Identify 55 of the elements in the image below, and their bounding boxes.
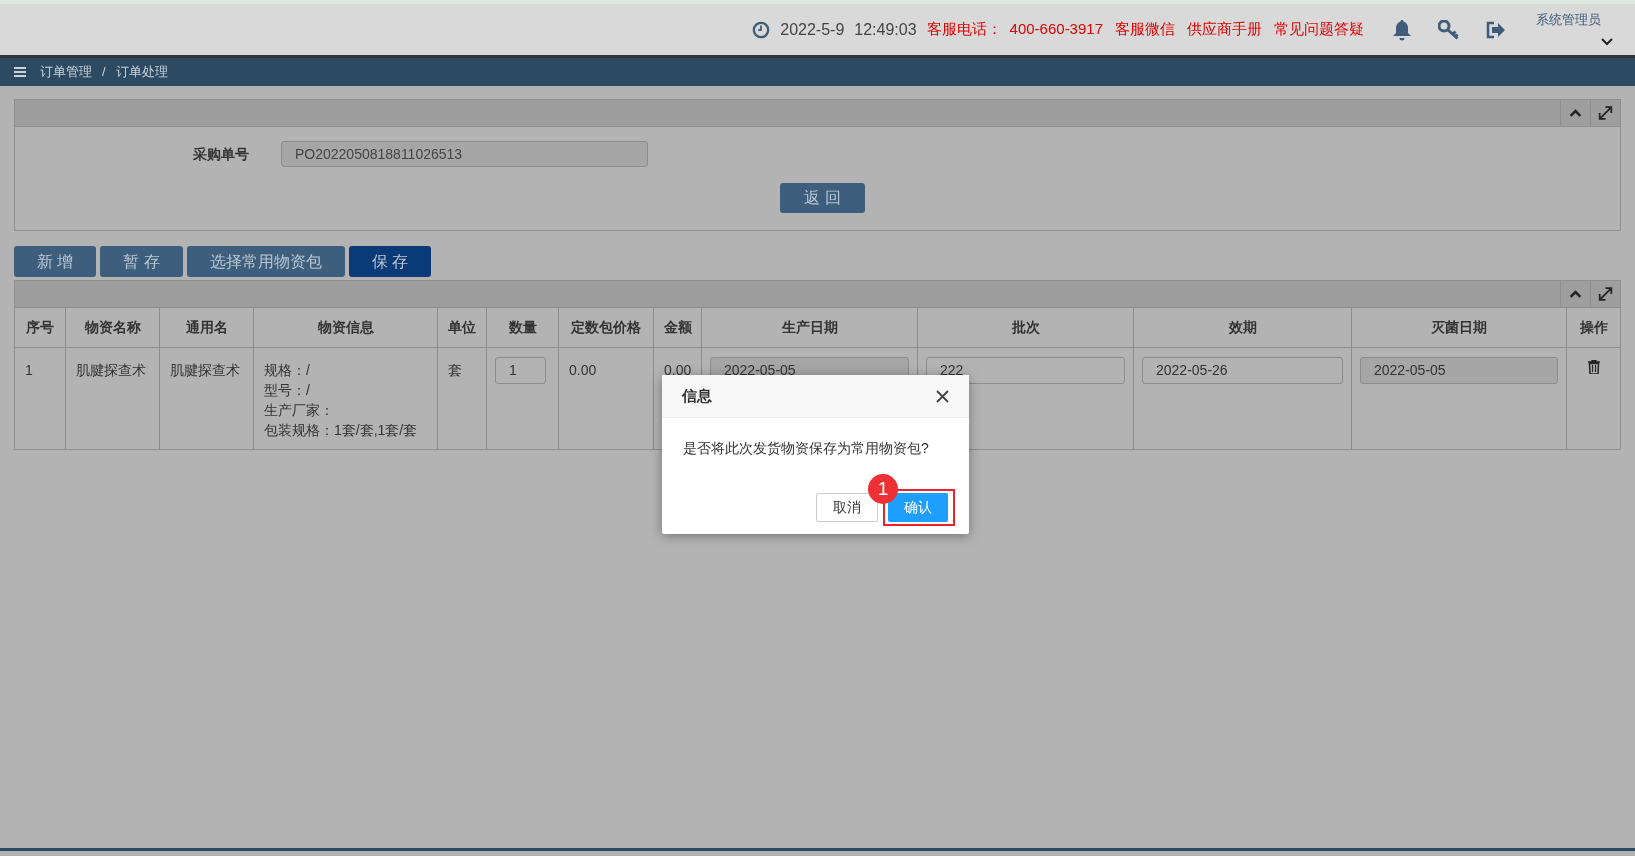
column-header: 金额 bbox=[654, 308, 702, 348]
breadcrumb-link[interactable]: 订单管理 bbox=[40, 62, 92, 82]
info-line: 规格：/ bbox=[264, 361, 311, 380]
column-header: 物资信息 bbox=[254, 308, 438, 348]
trash-icon[interactable] bbox=[1587, 360, 1600, 374]
column-header: 单位 bbox=[438, 308, 487, 348]
info-line: 型号：/ bbox=[264, 381, 311, 400]
clock-icon bbox=[752, 20, 771, 39]
input-field[interactable]: 222 bbox=[926, 357, 1125, 384]
column-header: 灭菌日期 bbox=[1352, 308, 1567, 348]
column-header: 批次 bbox=[918, 308, 1134, 348]
step-badge: 1 bbox=[868, 474, 898, 504]
column-header: 物资名称 bbox=[66, 308, 160, 348]
close-icon[interactable] bbox=[936, 389, 949, 403]
input-field[interactable]: 2022-05-26 bbox=[1142, 357, 1343, 384]
column-header: 序号 bbox=[15, 308, 66, 348]
logout-icon[interactable] bbox=[1486, 20, 1506, 39]
header-link[interactable]: 400-660-3917 bbox=[1009, 18, 1103, 41]
column-header: 数量 bbox=[487, 308, 559, 348]
input-field[interactable]: 2022-05-05 bbox=[1360, 357, 1558, 384]
column-header: 效期 bbox=[1134, 308, 1352, 348]
table-cell: 肌腱探查术 bbox=[66, 348, 160, 449]
toolbar-button[interactable]: 新 增 bbox=[14, 246, 97, 277]
chevron-down-icon[interactable] bbox=[1601, 37, 1613, 46]
cancel-button[interactable]: 取消 bbox=[816, 493, 878, 522]
key-icon[interactable] bbox=[1438, 19, 1460, 40]
column-header: 通用名 bbox=[160, 308, 254, 348]
back-button[interactable]: 返 回 bbox=[780, 183, 865, 213]
column-header: 定数包价格 bbox=[559, 308, 654, 348]
field-label: 采购单号 bbox=[192, 144, 250, 164]
confirm-button[interactable]: 确认 bbox=[888, 493, 948, 522]
column-header: 操作 bbox=[1567, 308, 1620, 348]
info-line: 包装规格：1套/套,1套/套 bbox=[264, 421, 419, 440]
table-cell: 肌腱探查术 bbox=[160, 348, 254, 449]
table-cell: 套 bbox=[438, 348, 487, 449]
table-cell: 0.00 bbox=[559, 348, 654, 449]
time-text: 12:49:03 bbox=[854, 19, 917, 40]
breadcrumb-separator: / bbox=[102, 63, 106, 82]
hotline-label: 客服电话： bbox=[926, 19, 1002, 40]
date-text: 2022-5-9 bbox=[780, 19, 845, 40]
order-number-field: PO2022050818811026513 bbox=[281, 141, 648, 167]
header-link[interactable]: 常见问题答疑 bbox=[1274, 18, 1364, 41]
bell-icon[interactable] bbox=[1392, 18, 1412, 41]
info-line: 生产厂家： bbox=[264, 401, 335, 420]
header-link[interactable]: 客服微信 bbox=[1115, 18, 1175, 41]
toolbar-button[interactable]: 选择常用物资包 bbox=[186, 246, 345, 277]
menu-icon[interactable] bbox=[14, 67, 26, 77]
table-cell: 1 bbox=[15, 348, 66, 449]
user-name[interactable]: 系统管理员 bbox=[1536, 10, 1601, 30]
column-header: 生产日期 bbox=[702, 308, 918, 348]
breadcrumb-current: 订单处理 bbox=[115, 63, 168, 82]
input-field[interactable]: 1 bbox=[495, 357, 546, 384]
header-link[interactable]: 供应商手册 bbox=[1187, 18, 1262, 41]
toolbar-button[interactable]: 保 存 bbox=[348, 246, 432, 277]
toolbar-button[interactable]: 暂 存 bbox=[100, 246, 183, 277]
